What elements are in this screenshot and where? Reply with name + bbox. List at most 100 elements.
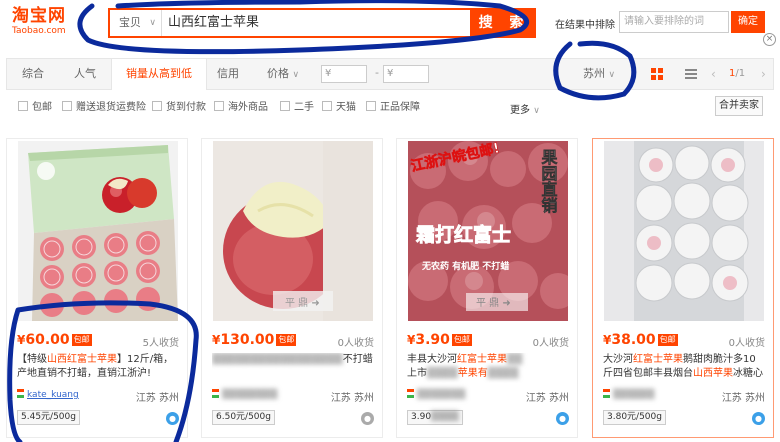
product-title[interactable]: 丰县大沙河红富士苹果▒▒ 上市▒▒▒▒苹果有▒▒▒▒	[407, 353, 569, 383]
apple-box-image	[18, 141, 178, 321]
search-scope-label: 宝贝	[119, 16, 141, 29]
grid-view-icon[interactable]	[651, 68, 663, 80]
sort-price[interactable]: 价格 ∨	[261, 59, 305, 89]
product-image[interactable]	[18, 141, 178, 321]
chevron-down-icon: ∨	[533, 106, 540, 116]
wangwang-chat-icon[interactable]: ●	[556, 412, 569, 425]
search-button[interactable]: 搜 索	[472, 8, 536, 38]
list-view-icon[interactable]	[685, 68, 697, 80]
unit-price-tag: 3.90▒▒▒▒	[407, 410, 463, 425]
sort-bar: 综合 人气 销量从高到低 信用 价格 ∨ ¥ - ¥ 苏州 ∨ ‹ 1/1 ›	[6, 58, 774, 90]
chevron-down-icon: ∨	[292, 70, 300, 80]
product-card[interactable]: 江浙沪皖包邮! 果园直销 霜打红富士 无农药 有机肥 不打蜡 平 鼎 ➜ ¥3.…	[396, 138, 578, 438]
search-scope-select[interactable]: 宝贝 ∨	[110, 10, 162, 36]
shop-location: 江苏 苏州	[330, 393, 374, 404]
more-filters-button[interactable]: 更多 ∨	[510, 101, 540, 116]
wangwang-chat-icon[interactable]: ●	[752, 412, 765, 425]
checkbox[interactable]	[18, 101, 28, 111]
logo-english: Taobao.com	[12, 26, 66, 36]
filter-label: 二手	[294, 102, 314, 113]
location-select[interactable]: 苏州 ∨	[583, 59, 615, 89]
price: ¥38.00 包邮	[603, 332, 678, 348]
page-total: /1	[735, 68, 746, 79]
apple-promo-image: 江浙沪皖包邮! 果园直销 霜打红富士 无农药 有机肥 不打蜡 平 鼎 ➜	[408, 141, 568, 321]
product-image[interactable]: 江浙沪皖包邮! 果园直销 霜打红富士 无农药 有机肥 不打蜡 平 鼎 ➜	[408, 141, 568, 321]
product-title[interactable]: ▒▒▒▒▒▒▒▒▒▒▒▒▒▒▒▒▒不打蜡	[212, 353, 374, 383]
shop-name-redacted: ▒▒▒▒▒▒▒	[417, 390, 466, 400]
close-icon[interactable]: ×	[763, 33, 776, 46]
product-card[interactable]: ¥60.00 包邮 5人收货 【特级山西红富士苹果】12斤/箱，产地直销不打蜡，直…	[6, 138, 188, 438]
filter-second-hand[interactable]: 二手	[280, 101, 314, 115]
wangwang-chat-icon[interactable]: ●	[166, 412, 179, 425]
sort-comprehensive[interactable]: 综合	[7, 59, 59, 89]
filter-label: 包邮	[32, 102, 52, 113]
promo-sub-text: 无农药 有机肥 不打蜡	[421, 260, 509, 272]
product-image[interactable]	[604, 141, 764, 321]
cut-apple-image: 平 鼎 ➜	[213, 141, 373, 321]
product-image[interactable]: 平 鼎 ➜	[213, 141, 373, 321]
chevron-right-icon[interactable]: ›	[761, 59, 766, 89]
filter-cod[interactable]: 货到付款	[152, 101, 206, 115]
checkbox[interactable]	[62, 101, 72, 111]
free-shipping-badge: 包邮	[276, 334, 297, 346]
sold-count: 0人收货	[337, 338, 374, 349]
filter-return-insurance[interactable]: 赠送退货运费险	[62, 101, 146, 115]
shop-location: 江苏 苏州	[525, 393, 569, 404]
title-part: 冰糖心	[733, 368, 763, 379]
price-row: ¥3.90 包邮 0人收货	[407, 332, 569, 349]
checkbox[interactable]	[152, 101, 162, 111]
sort-sales[interactable]: 销量从高到低	[111, 59, 207, 90]
shop-row: ▒▒▒▒▒▒▒▒ 江苏 苏州	[212, 389, 374, 404]
product-card[interactable]: 平 鼎 ➜ ¥130.00 包邮 0人收货 ▒▒▒▒▒▒▒▒▒▒▒▒▒▒▒▒▒不打…	[201, 138, 383, 438]
search-input[interactable]: 山西红富士苹果	[168, 10, 259, 36]
title-part: 不打蜡	[342, 354, 373, 365]
chevron-down-icon: ∨	[608, 70, 616, 80]
filter-overseas[interactable]: 海外商品	[214, 101, 268, 115]
shop-row: ▒▒▒▒▒▒ 江苏 苏州	[603, 389, 765, 404]
merge-sellers-button[interactable]: 合并卖家	[715, 96, 763, 116]
product-title[interactable]: 大沙河红富士苹果鹅甜肉脆汁多10斤四省包邮丰县烟台山西苹果冰糖心	[603, 353, 765, 383]
shop-location: 江苏 苏州	[721, 393, 765, 404]
shop-location: 江苏 苏州	[135, 393, 179, 404]
sold-count: 5人收货	[142, 338, 179, 349]
price-row: ¥60.00 包邮 5人收货	[17, 332, 179, 349]
price-row: ¥130.00 包邮 0人收货	[212, 332, 374, 349]
price-min-input[interactable]: ¥	[321, 65, 367, 83]
checkbox[interactable]	[280, 101, 290, 111]
shop-row: ▒▒▒▒▒▒▒ 江苏 苏州	[407, 389, 569, 404]
title-redacted: ▒▒▒▒	[487, 368, 519, 379]
product-title[interactable]: 【特级山西红富士苹果】12斤/箱，产地直销不打蜡，直销江浙沪!	[17, 353, 179, 383]
filter-label: 货到付款	[166, 102, 206, 113]
exclude-confirm-button[interactable]: 确定	[731, 11, 765, 33]
taobao-logo[interactable]: 淘宝网 Taobao.com	[12, 6, 90, 37]
filter-free-shipping[interactable]: 包邮	[18, 101, 52, 115]
price: ¥60.00 包邮	[17, 332, 92, 348]
price-max-input[interactable]: ¥	[383, 65, 429, 83]
filter-label: 赠送退货运费险	[76, 102, 146, 113]
chevron-left-icon[interactable]: ‹	[711, 59, 716, 89]
search-box: 宝贝 ∨ 山西红富士苹果	[108, 8, 472, 38]
image-watermark: 平 鼎 ➜	[285, 297, 320, 309]
product-card[interactable]: ¥38.00 包邮 0人收货 大沙河红富士苹果鹅甜肉脆汁多10斤四省包邮丰县烟台山…	[592, 138, 774, 438]
price-value: 3.90	[415, 332, 450, 348]
shop-name-redacted: ▒▒▒▒▒▒▒▒	[222, 390, 278, 400]
price-value: 60.00	[25, 332, 70, 348]
title-redacted: ▒▒▒▒▒▒▒▒▒▒▒▒▒▒▒▒▒	[212, 354, 343, 365]
title-keyword: 山西红富士苹果	[47, 354, 117, 365]
filter-genuine[interactable]: 正品保障	[366, 101, 420, 115]
wangwang-chat-icon[interactable]: ●	[361, 412, 374, 425]
sold-count: 0人收货	[728, 338, 765, 349]
checkbox[interactable]	[366, 101, 376, 111]
filter-tmall[interactable]: 天猫	[322, 101, 356, 115]
checkbox[interactable]	[322, 101, 332, 111]
image-watermark: 平 鼎 ➜	[476, 297, 511, 309]
checkbox[interactable]	[214, 101, 224, 111]
taobao-search-page: 淘宝网 Taobao.com 宝贝 ∨ 山西红富士苹果 搜 索 在结果中排除 请…	[0, 0, 780, 442]
sort-credit[interactable]: 信用	[207, 59, 249, 89]
shop-name[interactable]: kate_kuang	[27, 390, 79, 400]
free-shipping-badge: 包邮	[71, 334, 92, 346]
sort-popularity[interactable]: 人气	[59, 59, 111, 89]
exclude-input[interactable]: 请输入要排除的词	[619, 11, 729, 33]
title-part: 大沙河	[603, 354, 633, 365]
unit-price-tag: 5.45元/500g	[17, 410, 80, 425]
